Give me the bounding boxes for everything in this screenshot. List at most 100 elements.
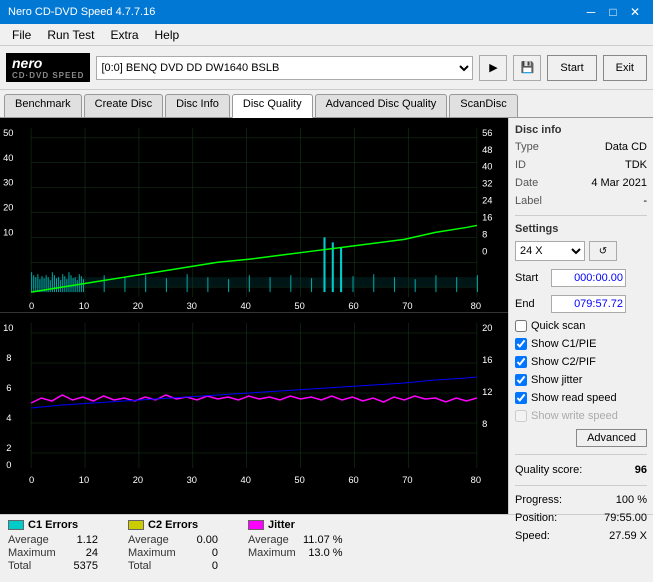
titlebar-title: Nero CD-DVD Speed 4.7.7.16: [8, 6, 155, 18]
advanced-button[interactable]: Advanced: [576, 429, 647, 447]
quick-scan-checkbox[interactable]: [515, 320, 527, 332]
disc-info-title: Disc info: [515, 124, 647, 136]
c2-errors-group: C2 Errors Average 0.00 Maximum 0 Total 0: [128, 519, 218, 572]
menu-extra[interactable]: Extra: [102, 26, 146, 44]
position-value: 79:55.00: [604, 512, 647, 524]
menu-file[interactable]: File: [4, 26, 39, 44]
c2-color-box: [128, 520, 144, 530]
svg-text:80: 80: [471, 301, 481, 311]
divider-3: [515, 485, 647, 486]
svg-text:48: 48: [482, 145, 492, 155]
header: nero CD·DVD SPEED [0:0] BENQ DVD DD DW16…: [0, 46, 653, 90]
upper-chart-svg: 50 40 30 20 10 56 48 40 32 24 16 8 0 0 1…: [0, 118, 508, 312]
svg-text:10: 10: [79, 475, 89, 485]
sidebar: Disc info Type Data CD ID TDK Date 4 Mar…: [508, 118, 653, 514]
eject-button[interactable]: ▶: [479, 55, 507, 81]
c1-label: C1 Errors: [28, 519, 78, 531]
c1-maximum-value: 24: [86, 547, 98, 559]
tab-create-disc[interactable]: Create Disc: [84, 94, 163, 117]
jitter-maximum-label: Maximum: [248, 547, 303, 559]
info-label-row: Label -: [515, 195, 647, 207]
info-type-row: Type Data CD: [515, 141, 647, 153]
type-label: Type: [515, 141, 539, 153]
show-c2pif-label: Show C2/PIF: [531, 356, 596, 368]
start-label: Start: [515, 272, 547, 284]
svg-text:16: 16: [482, 355, 492, 365]
start-button[interactable]: Start: [547, 55, 596, 81]
info-id-row: ID TDK: [515, 159, 647, 171]
show-read-speed-label: Show read speed: [531, 392, 617, 404]
id-value: TDK: [625, 159, 647, 171]
minimize-button[interactable]: ─: [581, 2, 601, 22]
tab-scandisc[interactable]: ScanDisc: [449, 94, 517, 117]
svg-text:0: 0: [482, 246, 487, 256]
svg-text:0: 0: [29, 301, 34, 311]
tabs: Benchmark Create Disc Disc Info Disc Qua…: [0, 90, 653, 118]
show-c2pif-row: Show C2/PIF: [515, 356, 647, 368]
svg-text:8: 8: [482, 230, 487, 240]
svg-text:50: 50: [294, 475, 304, 485]
c2-total-value: 0: [212, 560, 218, 572]
lower-chart-svg: 10 8 6 4 2 0 20 16 12 8 0 10 20 30 40 50: [0, 313, 508, 493]
tab-disc-quality[interactable]: Disc Quality: [232, 94, 313, 118]
start-input[interactable]: [551, 269, 626, 287]
svg-text:20: 20: [133, 301, 143, 311]
menu-help[interactable]: Help: [147, 26, 188, 44]
show-read-speed-checkbox[interactable]: [515, 392, 527, 404]
save-button[interactable]: 💾: [513, 55, 541, 81]
svg-text:4: 4: [6, 413, 11, 423]
tab-disc-info[interactable]: Disc Info: [165, 94, 230, 117]
show-c2pif-checkbox[interactable]: [515, 356, 527, 368]
divider-1: [515, 215, 647, 216]
speed-label: Speed:: [515, 530, 550, 542]
settings-refresh-button[interactable]: ↺: [589, 241, 617, 261]
svg-text:10: 10: [3, 323, 13, 333]
close-button[interactable]: ✕: [625, 2, 645, 22]
svg-text:30: 30: [3, 178, 13, 188]
svg-text:20: 20: [3, 203, 13, 213]
jitter-group: Jitter Average 11.07 % Maximum 13.0 %: [248, 519, 343, 559]
svg-text:50: 50: [294, 301, 304, 311]
svg-text:30: 30: [187, 475, 197, 485]
c1-maximum-row: Maximum 24: [8, 547, 98, 559]
c1-total-label: Total: [8, 560, 63, 572]
svg-text:30: 30: [187, 301, 197, 311]
show-jitter-checkbox[interactable]: [515, 374, 527, 386]
svg-text:80: 80: [471, 475, 481, 485]
svg-text:70: 70: [402, 301, 412, 311]
quick-scan-label: Quick scan: [531, 320, 585, 332]
position-row: Position: 79:55.00: [515, 512, 647, 524]
exit-button[interactable]: Exit: [603, 55, 647, 81]
svg-text:40: 40: [241, 301, 251, 311]
jitter-maximum-row: Maximum 13.0 %: [248, 547, 343, 559]
show-c1pie-checkbox[interactable]: [515, 338, 527, 350]
svg-text:40: 40: [241, 475, 251, 485]
progress-value: 100 %: [616, 494, 647, 506]
position-label: Position:: [515, 512, 557, 524]
svg-text:32: 32: [482, 179, 492, 189]
c2-maximum-label: Maximum: [128, 547, 183, 559]
svg-text:16: 16: [482, 213, 492, 223]
tab-advanced-disc-quality[interactable]: Advanced Disc Quality: [315, 94, 448, 117]
jitter-label: Jitter: [268, 519, 295, 531]
jitter-color-box: [248, 520, 264, 530]
svg-text:8: 8: [6, 353, 11, 363]
stats-bar: C1 Errors Average 1.12 Maximum 24 Total …: [0, 514, 653, 582]
svg-text:24: 24: [482, 196, 492, 206]
progress-label: Progress:: [515, 494, 562, 506]
titlebar-controls: ─ □ ✕: [581, 2, 645, 22]
type-value: Data CD: [605, 141, 647, 153]
menu-run-test[interactable]: Run Test: [39, 26, 102, 44]
show-c1pie-row: Show C1/PIE: [515, 338, 647, 350]
svg-text:6: 6: [6, 383, 11, 393]
maximize-button[interactable]: □: [603, 2, 623, 22]
info-date-row: Date 4 Mar 2021: [515, 177, 647, 189]
end-input[interactable]: [551, 295, 626, 313]
tab-benchmark[interactable]: Benchmark: [4, 94, 82, 117]
chart-area: 50 40 30 20 10 56 48 40 32 24 16 8 0 0 1…: [0, 118, 508, 514]
svg-text:2: 2: [6, 443, 11, 453]
c2-total-row: Total 0: [128, 560, 218, 572]
speed-select[interactable]: 24 X: [515, 241, 585, 261]
device-select[interactable]: [0:0] BENQ DVD DD DW1640 BSLB: [96, 56, 473, 80]
c2-maximum-row: Maximum 0: [128, 547, 218, 559]
